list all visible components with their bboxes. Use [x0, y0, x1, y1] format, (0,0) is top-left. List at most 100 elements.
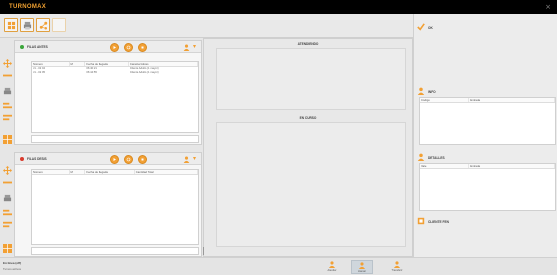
user-icon [358, 262, 366, 269]
cell-m [70, 71, 86, 75]
forward-icon [2, 102, 12, 108]
play-icon [113, 46, 116, 49]
queue-top-table: Número M Fecha de llegada Característica… [31, 61, 199, 133]
center-panel: ATENDIENDO EN CURSO [203, 38, 413, 257]
cell-characteristics: Cliente Adulto (1 mayor) [129, 71, 159, 74]
print-button[interactable] [20, 18, 34, 32]
move-button[interactable] [1, 165, 13, 175]
stop-button[interactable] [138, 155, 147, 164]
column-header[interactable]: Número [32, 62, 70, 66]
column-header[interactable]: M [70, 62, 86, 66]
play-icon [113, 158, 116, 161]
transfer-button[interactable]: Transferir [386, 260, 408, 274]
attend-button-label: Atender [327, 269, 337, 272]
grid-view-button[interactable] [4, 18, 18, 32]
column-header[interactable]: Características [129, 62, 198, 66]
minus-button[interactable] [1, 70, 13, 80]
column-header[interactable]: M [70, 170, 86, 174]
call-button-label: Llamar [358, 270, 366, 273]
refresh-button[interactable] [124, 155, 133, 164]
print-icon [23, 21, 31, 30]
list-button[interactable] [1, 219, 13, 229]
window-close-button[interactable]: × [545, 3, 551, 11]
network-icon [39, 21, 47, 29]
info-table: Código Entrada [419, 97, 556, 145]
stop-icon [141, 46, 144, 49]
print-ticket-button[interactable] [1, 86, 13, 96]
play-button[interactable] [110, 43, 119, 52]
user-icon [393, 261, 401, 268]
queue-panel-bottom-title: FILAS DESIS [27, 157, 47, 161]
column-header[interactable]: Número [32, 170, 70, 174]
printer-icon [3, 194, 11, 201]
forward-icon [2, 209, 12, 215]
forward-button[interactable] [1, 100, 13, 110]
attend-button[interactable]: Atender [321, 260, 343, 274]
app-brand-logo: TURNOMAX [9, 4, 47, 10]
queue-top-input[interactable] [31, 135, 199, 143]
call-button[interactable]: Llamar [351, 260, 373, 274]
details-table: Vale Entrada [419, 163, 556, 211]
cell-number: J1 - 02 05 [33, 71, 45, 74]
list-button[interactable] [1, 112, 13, 122]
queue-bottom-input[interactable] [31, 247, 199, 255]
minus-icon [2, 74, 12, 76]
queue-panel-bottom: FILAS DESIS ▾ Número M Fecha de llegada … [14, 152, 202, 257]
print-ticket-button[interactable] [1, 193, 13, 203]
chevron-down-icon[interactable]: ▾ [193, 155, 196, 162]
queue-panel-top-header: FILAS ANTES ▾ [15, 41, 201, 53]
stop-button[interactable] [138, 43, 147, 52]
in-progress-area [216, 122, 406, 247]
queue-panel-bottom-header: FILAS DESIS ▾ [15, 153, 201, 165]
grid-button[interactable] [1, 134, 13, 144]
queue-bottom-table: Número M Fecha de llegada Cantidad Total [31, 169, 199, 245]
section-title-details: DETALLES [428, 156, 445, 160]
user-icon[interactable] [183, 44, 190, 51]
column-header[interactable]: Fecha de llegada [85, 170, 135, 174]
minus-button[interactable] [1, 177, 13, 187]
list-icon [2, 221, 12, 227]
column-header[interactable]: Entrada [469, 164, 555, 168]
stop-icon [141, 158, 144, 161]
column-header[interactable]: Cantidad Total [135, 170, 198, 174]
section-title-info: INFO [428, 90, 436, 94]
blank-toolbar-button[interactable] [52, 18, 66, 32]
section-title-attending: ATENDIENDO [297, 42, 319, 46]
section-title-ok: OK [428, 26, 433, 30]
queue-panel-top-title: FILAS ANTES [27, 45, 48, 49]
refresh-icon [126, 157, 131, 162]
queue-panel-top: FILAS ANTES ▾ Número M Fecha de llegada … [14, 40, 202, 145]
list-icon [2, 114, 12, 120]
table-header: Número M Fecha de llegada Cantidad Total [32, 170, 198, 175]
check-icon [417, 23, 425, 31]
connection-status: En línea (off) [3, 261, 22, 265]
forward-button[interactable] [1, 207, 13, 217]
user-icon[interactable] [183, 156, 190, 163]
printer-icon [3, 87, 11, 94]
refresh-button[interactable] [124, 43, 133, 52]
cell-arrival: 06:44:55 [86, 71, 97, 74]
column-header[interactable]: Código [420, 98, 470, 102]
table-header: Código Entrada [420, 98, 555, 103]
status-bar: En línea (off) Turnos activos Atender Ll… [0, 257, 557, 275]
transfer-button-label: Transferir [391, 269, 403, 272]
network-button[interactable] [36, 18, 50, 32]
move-icon [2, 165, 12, 175]
status-red-icon [20, 157, 24, 161]
column-header[interactable]: Entrada [469, 98, 555, 102]
move-button[interactable] [1, 58, 13, 68]
grid-button[interactable] [1, 243, 13, 253]
user-icon [328, 261, 336, 268]
right-panel: OK INFO Código Entrada DETALLES Vale Ent… [413, 14, 557, 267]
table-row[interactable]: J1 - 02 05 06:44:55 Cliente Adulto (1 ma… [32, 71, 198, 75]
column-header[interactable]: Fecha de llegada [85, 62, 129, 66]
section-title-in-progress: EN CURSO [299, 116, 317, 120]
minus-icon [2, 181, 12, 183]
column-header[interactable]: Vale [420, 164, 470, 168]
user-icon [417, 153, 425, 161]
move-icon [2, 58, 12, 68]
scroll-indicator[interactable] [203, 247, 207, 255]
chevron-down-icon[interactable]: ▾ [193, 43, 196, 50]
status-green-icon [20, 45, 24, 49]
play-button[interactable] [110, 155, 119, 164]
